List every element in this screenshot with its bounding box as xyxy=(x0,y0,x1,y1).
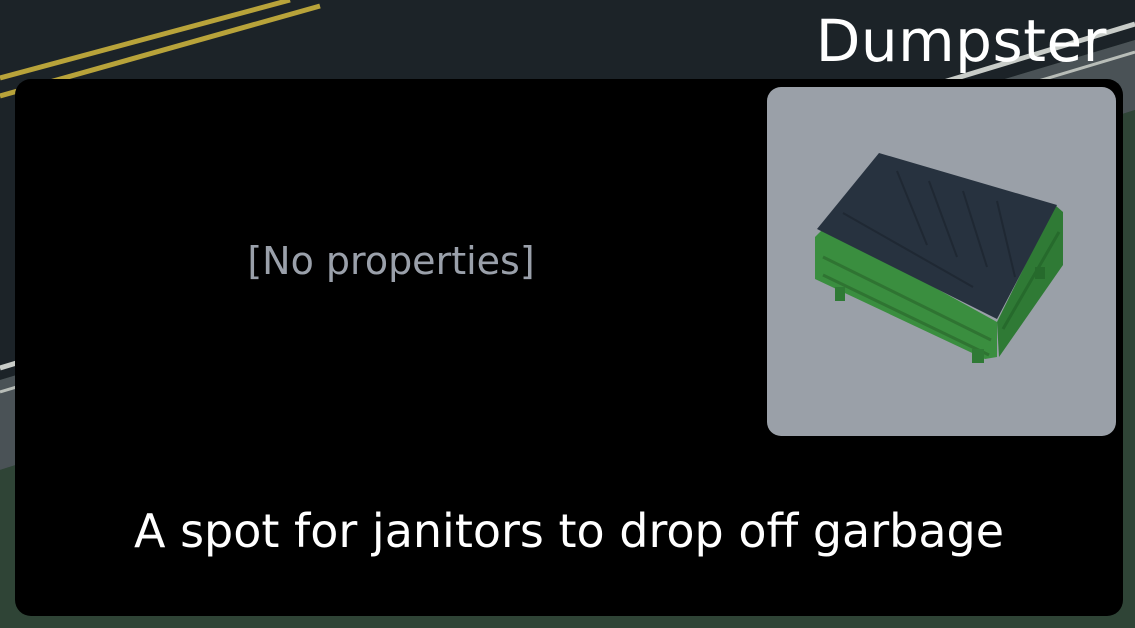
item-info-panel: [No properties] A spot for janitors to d… xyxy=(15,79,1123,616)
item-preview xyxy=(767,87,1116,436)
dumpster-icon xyxy=(815,153,1063,363)
item-description: A spot for janitors to drop off garbage xyxy=(133,504,1005,558)
properties-text: [No properties] xyxy=(247,239,535,283)
item-title: Dumpster xyxy=(815,7,1107,75)
